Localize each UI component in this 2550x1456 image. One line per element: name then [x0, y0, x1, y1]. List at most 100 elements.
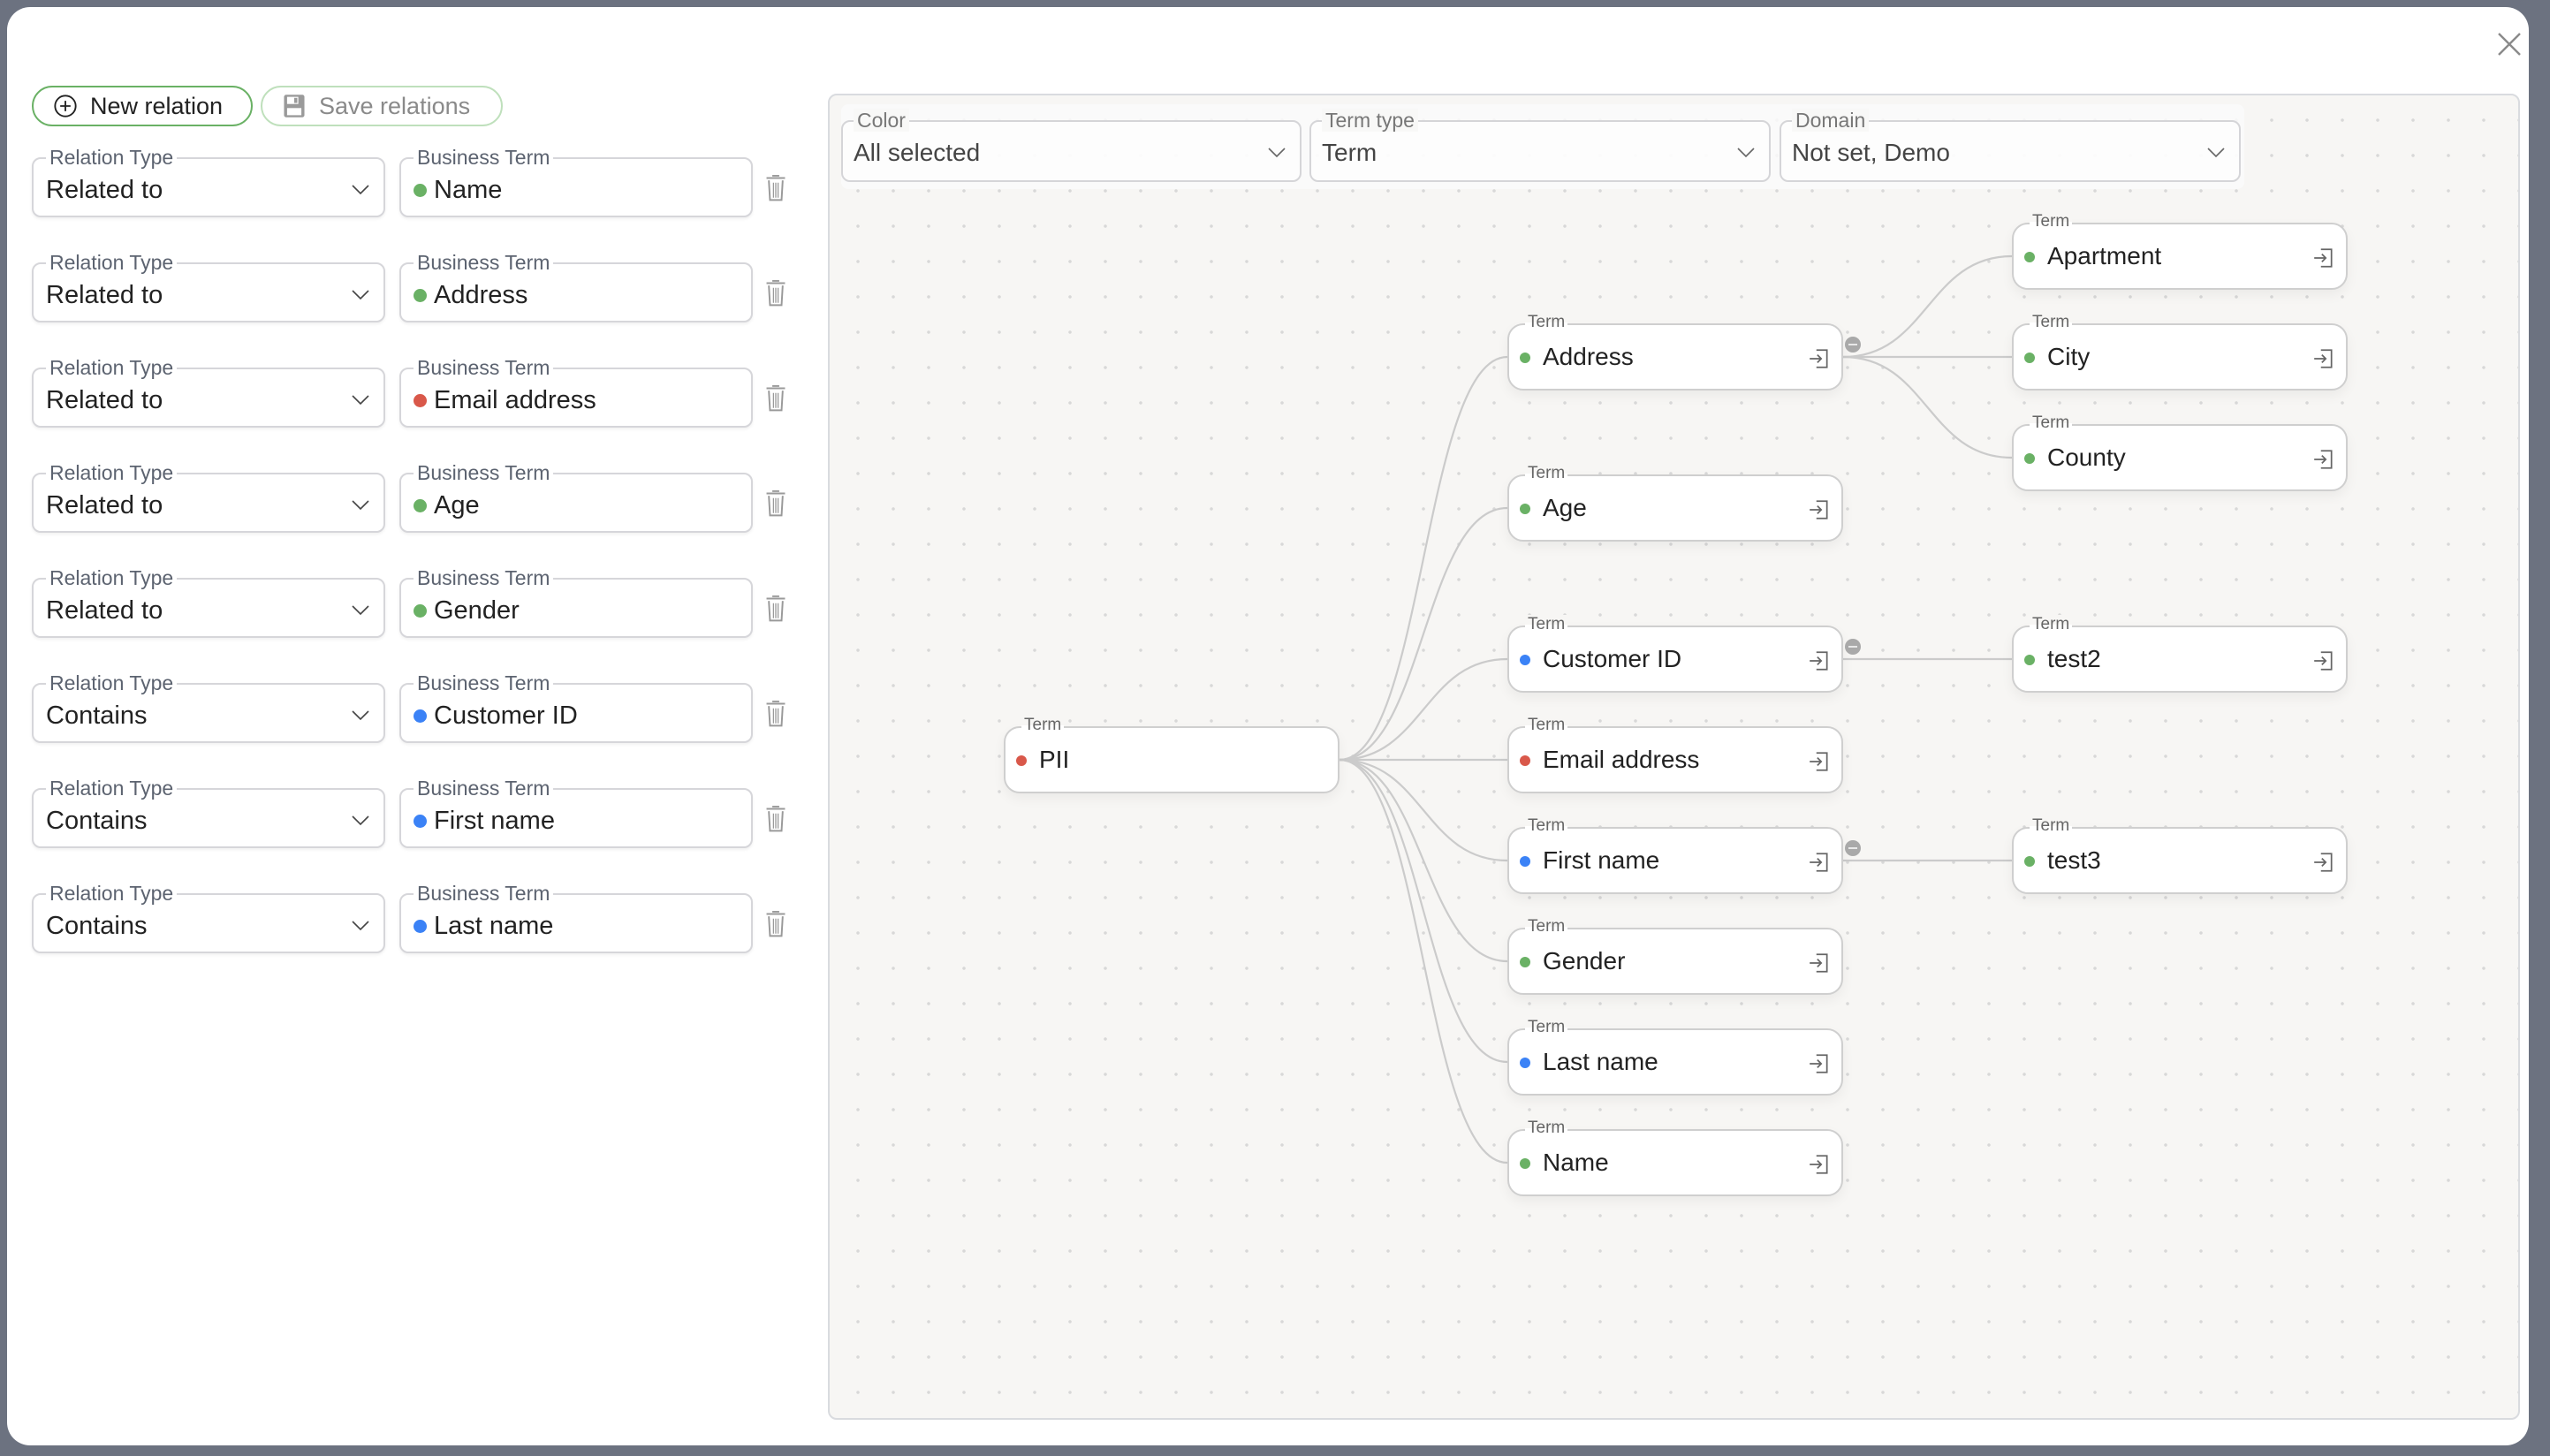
- node-type-label: Term: [1525, 816, 1568, 836]
- open-term-icon[interactable]: [1808, 1052, 1831, 1075]
- business-term-value: First name: [434, 807, 555, 835]
- term-node-city[interactable]: Term City: [2012, 313, 2348, 391]
- relation-type-label: Relation Type: [46, 671, 178, 694]
- plus-circle-icon: [54, 95, 77, 118]
- color-filter-select[interactable]: Color All selected: [841, 109, 1302, 182]
- term-node-first-name[interactable]: Term First name: [1507, 816, 1843, 894]
- delete-relation-trash-icon[interactable]: [763, 698, 788, 728]
- term-color-dot: [414, 919, 427, 933]
- chevron-down-icon: [1268, 148, 1286, 158]
- open-term-icon[interactable]: [2312, 246, 2335, 269]
- term-node-test3[interactable]: Term test3: [2012, 816, 2348, 894]
- delete-relation-trash-icon[interactable]: [763, 277, 788, 307]
- relation-type-label: Relation Type: [46, 882, 178, 905]
- term-node-address[interactable]: Term Address: [1507, 313, 1843, 391]
- business-term-field[interactable]: Business Term Age: [399, 461, 753, 533]
- term-node-customer-id[interactable]: Term Customer ID: [1507, 615, 1843, 693]
- relation-type-select[interactable]: Relation Type Contains: [32, 671, 385, 743]
- term-color-dot: [414, 814, 427, 828]
- relation-type-label: Relation Type: [46, 146, 178, 169]
- open-term-icon[interactable]: [2312, 649, 2335, 672]
- term-color-dot: [1520, 755, 1530, 766]
- save-relations-button[interactable]: Save relations: [261, 86, 503, 126]
- business-term-field[interactable]: Business Term First name: [399, 777, 753, 848]
- relation-type-select[interactable]: Relation Type Related to: [32, 461, 385, 533]
- term-node-pii[interactable]: Term PII: [1004, 716, 1340, 793]
- delete-relation-trash-icon[interactable]: [763, 908, 788, 938]
- open-term-icon[interactable]: [1808, 498, 1831, 521]
- business-term-field[interactable]: Business Term Last name: [399, 882, 753, 953]
- open-term-icon[interactable]: [2312, 347, 2335, 370]
- business-term-label: Business Term: [414, 566, 554, 589]
- collapse-toggle[interactable]: [1845, 337, 1861, 353]
- term-type-filter-value: Term: [1322, 139, 1377, 166]
- open-term-icon[interactable]: [1808, 347, 1831, 370]
- term-color-dot: [1520, 1158, 1530, 1169]
- term-node-last-name[interactable]: Term Last name: [1507, 1018, 1843, 1096]
- new-relation-button[interactable]: New relation: [32, 86, 253, 126]
- domain-filter-select[interactable]: Domain Not set, Demo: [1780, 109, 2241, 182]
- chevron-down-icon: [352, 290, 369, 300]
- business-term-field[interactable]: Business Term Name: [399, 146, 753, 217]
- business-term-value: Customer ID: [434, 701, 578, 730]
- delete-relation-trash-icon[interactable]: [763, 383, 788, 413]
- chevron-down-icon: [2207, 148, 2225, 158]
- business-term-value: Age: [434, 491, 480, 519]
- delete-relation-trash-icon[interactable]: [763, 172, 788, 202]
- open-term-icon[interactable]: [1808, 1153, 1831, 1176]
- chevron-down-icon: [352, 815, 369, 826]
- relation-type-value: Related to: [46, 281, 163, 309]
- relation-type-label: Relation Type: [46, 566, 178, 589]
- term-node-email[interactable]: Term Email address: [1507, 716, 1843, 793]
- node-label: Apartment: [2047, 242, 2162, 269]
- business-term-field[interactable]: Business Term Email address: [399, 356, 753, 428]
- term-node-test2[interactable]: Term test2: [2012, 615, 2348, 693]
- open-term-icon[interactable]: [2312, 851, 2335, 874]
- relation-type-value: Related to: [46, 386, 163, 414]
- term-color-dot: [1520, 1058, 1530, 1068]
- term-color-dot: [414, 603, 427, 618]
- relation-type-select[interactable]: Relation Type Contains: [32, 777, 385, 848]
- domain-filter-value: Not set, Demo: [1792, 139, 1950, 166]
- business-term-label: Business Term: [414, 356, 554, 379]
- node-label: Name: [1543, 1149, 1609, 1176]
- term-node-apartment[interactable]: Term Apartment: [2012, 212, 2348, 290]
- open-term-icon[interactable]: [1808, 952, 1831, 974]
- term-color-dot: [2024, 655, 2035, 665]
- relation-type-select[interactable]: Relation Type Related to: [32, 146, 385, 217]
- delete-relation-trash-icon[interactable]: [763, 593, 788, 623]
- relation-type-select[interactable]: Relation Type Related to: [32, 251, 385, 322]
- open-term-icon[interactable]: [1808, 750, 1831, 773]
- term-node-county[interactable]: Term County: [2012, 413, 2348, 491]
- open-term-icon[interactable]: [1808, 649, 1831, 672]
- term-node-age[interactable]: Term Age: [1507, 464, 1843, 542]
- business-term-field[interactable]: Business Term Customer ID: [399, 671, 753, 743]
- node-label: Age: [1543, 494, 1587, 521]
- collapse-toggle[interactable]: [1845, 639, 1861, 655]
- relation-type-select[interactable]: Relation Type Related to: [32, 566, 385, 638]
- term-node-name[interactable]: Term Name: [1507, 1119, 1843, 1196]
- close-icon[interactable]: [2493, 28, 2525, 60]
- term-type-filter-select[interactable]: Term type Term: [1309, 109, 1771, 182]
- node-label: Gender: [1543, 947, 1626, 974]
- node-label: test3: [2047, 846, 2101, 874]
- node-type-label: Term: [2030, 413, 2073, 433]
- node-type-label: Term: [1021, 716, 1065, 735]
- node-label: PII: [1039, 746, 1070, 773]
- term-color-dot: [414, 288, 427, 302]
- delete-relation-trash-icon[interactable]: [763, 488, 788, 518]
- open-term-icon[interactable]: [1808, 851, 1831, 874]
- node-label: Email address: [1543, 746, 1700, 773]
- business-term-field[interactable]: Business Term Address: [399, 251, 753, 322]
- term-color-dot: [1520, 353, 1530, 363]
- relation-type-value: Related to: [46, 491, 163, 519]
- relation-type-select[interactable]: Relation Type Contains: [32, 882, 385, 953]
- save-relations-label: Save relations: [319, 92, 471, 119]
- term-node-gender[interactable]: Term Gender: [1507, 917, 1843, 995]
- collapse-toggle[interactable]: [1845, 840, 1861, 856]
- term-color-dot: [414, 498, 427, 512]
- delete-relation-trash-icon[interactable]: [763, 803, 788, 833]
- relation-type-select[interactable]: Relation Type Related to: [32, 356, 385, 428]
- business-term-field[interactable]: Business Term Gender: [399, 566, 753, 638]
- open-term-icon[interactable]: [2312, 448, 2335, 471]
